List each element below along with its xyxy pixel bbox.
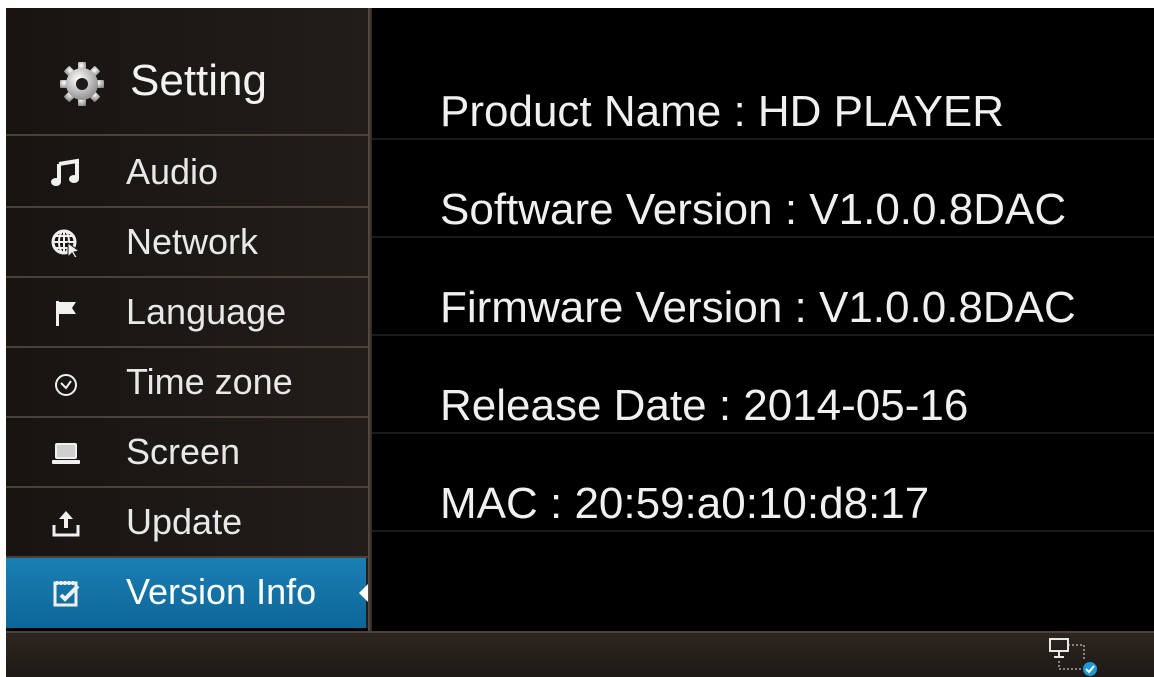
sidebar-item-language[interactable]: Language <box>6 278 368 348</box>
info-row-text: Software Version : V1.0.0.8DAC <box>440 185 1067 234</box>
sidebar-item-network[interactable]: Network <box>6 208 368 278</box>
info-row-mac: MAC : 20:59:a0:10:d8:17 <box>372 434 1154 532</box>
music-note-icon <box>51 158 79 186</box>
sidebar-item-label: Network <box>126 221 259 262</box>
settings-screen: Setting Audio Network Language Time zone… <box>6 8 1154 677</box>
sidebar-item-label: Version Info <box>126 571 317 612</box>
sidebar-item-audio[interactable]: Audio <box>6 138 368 208</box>
sidebar-item-label: Audio <box>126 151 219 192</box>
globe-network-icon <box>51 229 81 258</box>
sidebar-item-label: Time zone <box>126 361 293 402</box>
status-bar <box>6 631 1154 677</box>
info-row-product-name: Product Name : HD PLAYER <box>372 42 1154 140</box>
settings-menu: Audio Network Language Time zone Screen … <box>6 138 368 628</box>
sidebar-item-version-info[interactable]: Version Info <box>6 558 368 628</box>
sidebar-header: Setting <box>6 8 368 136</box>
gear-icon <box>60 62 104 106</box>
sidebar-item-label: Screen <box>126 431 241 472</box>
notepad-check-icon <box>53 581 80 607</box>
sidebar-item-label: Update <box>126 501 243 542</box>
upload-icon <box>52 511 80 537</box>
info-row-release-date: Release Date : 2014-05-16 <box>372 336 1154 434</box>
sidebar-item-label: Language <box>126 291 287 332</box>
settings-sidebar: Setting Audio Network Language Time zone… <box>6 8 368 628</box>
info-row-text: MAC : 20:59:a0:10:d8:17 <box>440 479 930 528</box>
laptop-screen-icon <box>52 443 80 464</box>
sidebar-item-update[interactable]: Update <box>6 488 368 558</box>
active-indicator <box>359 584 368 602</box>
page-title: Setting <box>130 56 267 105</box>
sidebar-item-screen[interactable]: Screen <box>6 418 368 488</box>
info-row-text: Release Date : 2014-05-16 <box>440 381 969 430</box>
network-connected-icon <box>1049 638 1097 676</box>
info-row-text: Product Name : HD PLAYER <box>440 87 1005 136</box>
info-row-text: Firmware Version : V1.0.0.8DAC <box>440 283 1076 332</box>
info-row-firmware-version: Firmware Version : V1.0.0.8DAC <box>372 238 1154 336</box>
flag-icon <box>56 301 76 326</box>
info-row-software-version: Software Version : V1.0.0.8DAC <box>372 140 1154 238</box>
version-info-panel: Product Name : HD PLAYER Software Versio… <box>372 8 1154 628</box>
clock-icon <box>55 374 77 396</box>
sidebar-item-time-zone[interactable]: Time zone <box>6 348 368 418</box>
